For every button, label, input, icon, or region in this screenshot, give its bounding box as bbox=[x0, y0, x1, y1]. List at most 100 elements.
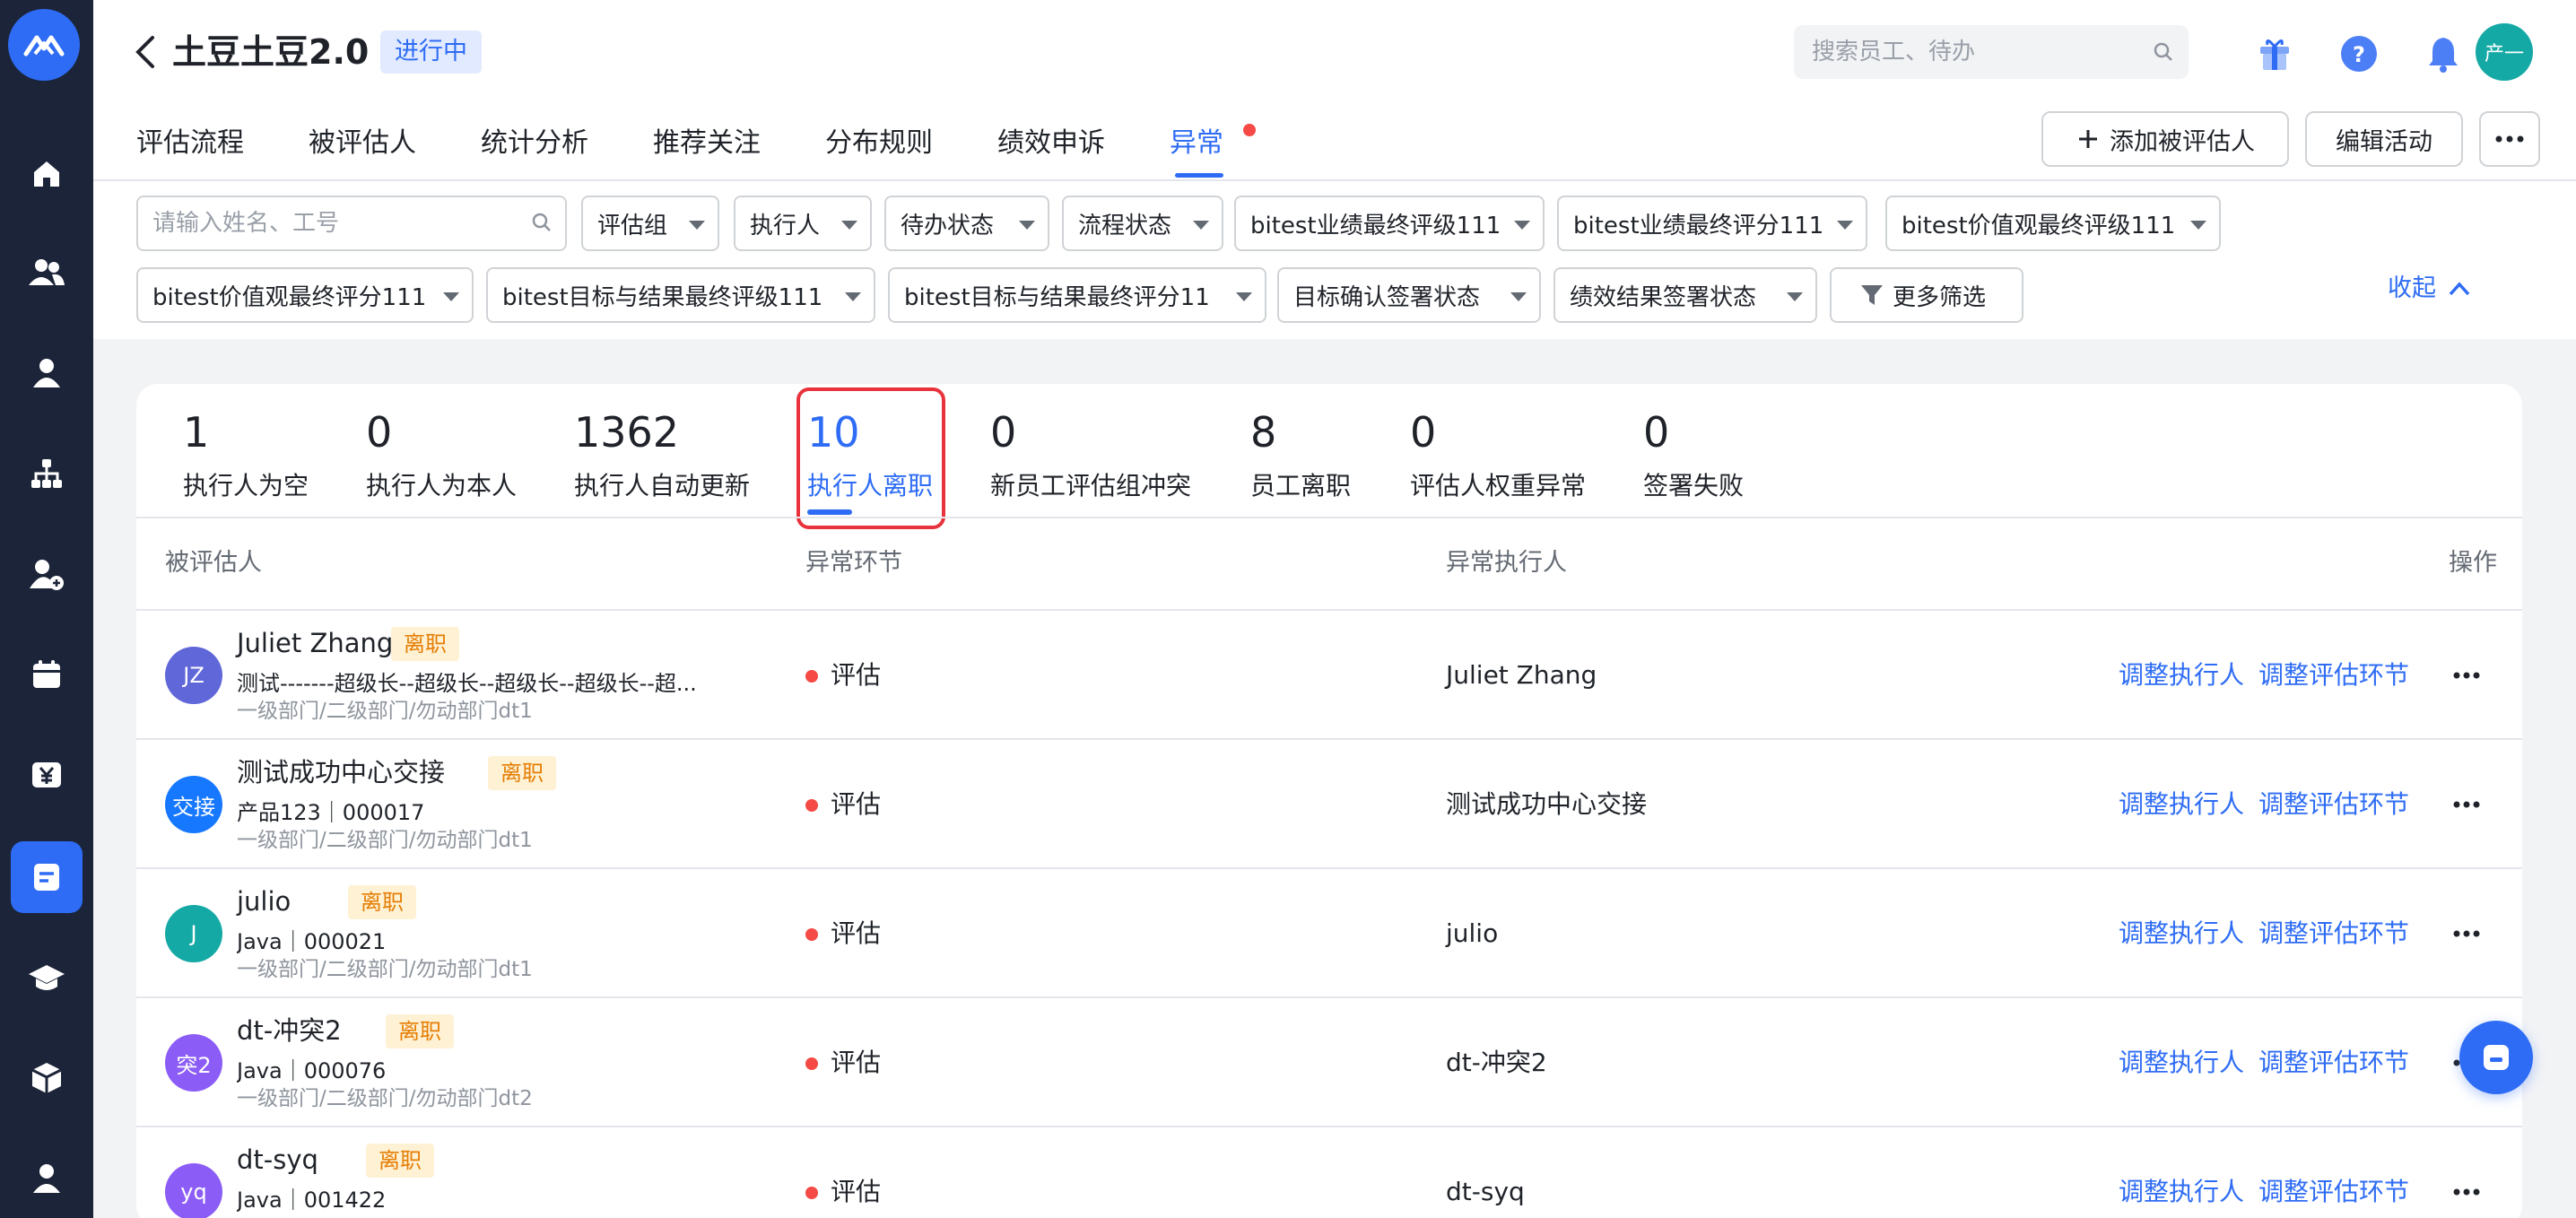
filter-result-sign-status[interactable]: 绩效结果签署状态 bbox=[1553, 267, 1817, 323]
stat-executor-auto-updated[interactable]: 1362 执行人自动更新 bbox=[574, 405, 750, 506]
selected-stat-indicator bbox=[807, 509, 852, 515]
adjust-executor-link[interactable]: 调整执行人 bbox=[2119, 787, 2244, 822]
filter-values-score[interactable]: bitest价值观最终评分111 bbox=[136, 267, 474, 323]
stat-executor-self[interactable]: 0 执行人为本人 bbox=[366, 405, 517, 506]
bell-icon[interactable] bbox=[2420, 30, 2467, 77]
adjust-stage-link[interactable]: 调整评估环节 bbox=[2258, 1174, 2409, 1210]
filter-executor[interactable]: 执行人 bbox=[734, 196, 872, 251]
tab-distribution-rules[interactable]: 分布规则 bbox=[825, 124, 933, 163]
home-icon[interactable] bbox=[11, 138, 83, 210]
filter-todo-status[interactable]: 待办状态 bbox=[884, 196, 1049, 251]
gift-icon[interactable] bbox=[2251, 30, 2298, 77]
filter-goal-score[interactable]: bitest目标与结果最终评分11 bbox=[888, 267, 1266, 323]
tab-appeals[interactable]: 绩效申诉 bbox=[997, 124, 1105, 163]
filter-label: bitest价值观最终评分111 bbox=[152, 283, 427, 311]
status-dot bbox=[805, 670, 818, 683]
row-more-icon[interactable] bbox=[2449, 916, 2485, 952]
more-menu-button[interactable] bbox=[2479, 111, 2540, 167]
filter-process-status[interactable]: 流程状态 bbox=[1062, 196, 1223, 251]
filter-label: bitest业绩最终评分111 bbox=[1573, 212, 1824, 239]
more-filters-button[interactable]: 更多筛选 bbox=[1830, 267, 2023, 323]
user-avatar[interactable]: 产一 bbox=[2476, 23, 2533, 81]
stat-executor-empty[interactable]: 1 执行人为空 bbox=[183, 405, 309, 506]
status-dot bbox=[805, 799, 818, 812]
resigned-badge: 离职 bbox=[348, 885, 416, 919]
tab-recommended[interactable]: 推荐关注 bbox=[653, 124, 761, 163]
selected-stat-highlight bbox=[796, 387, 945, 529]
add-evaluatee-button[interactable]: 添加被评估人 bbox=[2041, 111, 2289, 167]
edit-activity-button[interactable]: 编辑活动 bbox=[2305, 111, 2463, 167]
evaluatee-department: 一级部门/二级部门/勿动部门dt2 bbox=[237, 1087, 533, 1110]
more-filters-label: 更多筛选 bbox=[1893, 283, 1987, 311]
filter-label: 流程状态 bbox=[1078, 212, 1172, 239]
header: 土豆土豆2.0 进行中 ? 产一 评估流程 被评估人 统计分析 推荐关注 分布规… bbox=[93, 0, 2576, 179]
add-person-icon[interactable] bbox=[11, 538, 83, 610]
row-more-icon[interactable] bbox=[2449, 657, 2485, 693]
filter-icon bbox=[1861, 285, 1883, 305]
collapse-filters-link[interactable]: 收起 bbox=[2388, 269, 2470, 309]
search-icon[interactable] bbox=[531, 212, 553, 237]
tab-evaluatees[interactable]: 被评估人 bbox=[309, 124, 416, 163]
filter-evaluation-group[interactable]: 评估组 bbox=[581, 196, 719, 251]
filter-performance-score[interactable]: bitest业绩最终评分111 bbox=[1557, 196, 1867, 251]
adjust-executor-link[interactable]: 调整执行人 bbox=[2119, 916, 2244, 952]
search-icon[interactable] bbox=[2153, 41, 2174, 66]
currency-icon[interactable] bbox=[11, 739, 83, 811]
divider bbox=[136, 517, 2522, 518]
filter-label: bitest目标与结果最终评分11 bbox=[904, 283, 1210, 311]
graduation-cap-icon[interactable] bbox=[11, 942, 83, 1014]
exception-stage: 评估 bbox=[831, 789, 882, 819]
evaluatee-position: Java｜000021 bbox=[237, 929, 387, 954]
stat-count: 0 bbox=[1410, 408, 1437, 457]
tab-evaluation-process[interactable]: 评估流程 bbox=[136, 124, 244, 163]
exception-stage: 评估 bbox=[831, 1177, 882, 1206]
stat-count: 1362 bbox=[574, 408, 680, 457]
adjust-stage-link[interactable]: 调整评估环节 bbox=[2258, 787, 2409, 822]
collapse-label: 收起 bbox=[2388, 274, 2436, 302]
name-search-input[interactable] bbox=[138, 197, 515, 249]
back-arrow-icon[interactable] bbox=[129, 32, 161, 72]
plus-icon bbox=[2079, 130, 2097, 148]
performance-icon[interactable] bbox=[11, 841, 83, 913]
tab-exceptions[interactable]: 异常 bbox=[1170, 124, 1223, 163]
org-chart-icon[interactable] bbox=[11, 438, 83, 509]
filter-performance-grade[interactable]: bitest业绩最终评级111 bbox=[1234, 196, 1545, 251]
adjust-executor-link[interactable]: 调整执行人 bbox=[2119, 1174, 2244, 1210]
people-icon[interactable] bbox=[11, 237, 83, 309]
avatar: 交接 bbox=[165, 776, 222, 833]
column-header-executor: 异常执行人 bbox=[1446, 549, 1567, 577]
evaluatee-department: 一级部门/二级部门/勿动部门dt1 bbox=[237, 829, 533, 852]
adjust-executor-link[interactable]: 调整执行人 bbox=[2119, 1045, 2244, 1081]
stat-weight-abnormal[interactable]: 0 评估人权重异常 bbox=[1410, 405, 1586, 506]
adjust-executor-link[interactable]: 调整执行人 bbox=[2119, 657, 2244, 693]
person-icon[interactable] bbox=[11, 337, 83, 409]
adjust-stage-link[interactable]: 调整评估环节 bbox=[2258, 657, 2409, 693]
stat-label: 签署失败 bbox=[1643, 471, 1745, 500]
adjust-stage-link[interactable]: 调整评估环节 bbox=[2258, 1045, 2409, 1081]
filter-label: 绩效结果签署状态 bbox=[1570, 283, 1757, 311]
stat-sign-failed[interactable]: 0 签署失败 bbox=[1643, 405, 1744, 506]
gift-icon[interactable] bbox=[1828, 30, 1875, 77]
exception-executor: julio bbox=[1446, 918, 1499, 948]
filter-goal-grade[interactable]: bitest目标与结果最终评级111 bbox=[486, 267, 875, 323]
help-icon[interactable]: ? bbox=[2336, 30, 2382, 77]
adjust-stage-link[interactable]: 调整评估环节 bbox=[2258, 916, 2409, 952]
tab-statistics[interactable]: 统计分析 bbox=[481, 124, 588, 163]
add-evaluatee-label: 添加被评估人 bbox=[2110, 127, 2255, 156]
floating-chat-button[interactable] bbox=[2459, 1021, 2533, 1094]
filter-bar: 评估组 执行人 待办状态 流程状态 bitest业绩最终评级111 bitest… bbox=[93, 179, 2576, 339]
filter-values-grade[interactable]: bitest价值观最终评级111 bbox=[1885, 196, 2221, 251]
stat-count: 0 bbox=[990, 408, 1017, 457]
calendar-icon[interactable] bbox=[11, 639, 83, 710]
stat-employee-resigned[interactable]: 8 员工离职 bbox=[1250, 405, 1351, 506]
cube-icon[interactable] bbox=[11, 1042, 83, 1114]
column-header-stage: 异常环节 bbox=[805, 549, 902, 577]
user-profile-icon[interactable] bbox=[11, 1143, 83, 1214]
row-more-icon[interactable] bbox=[2449, 1174, 2485, 1210]
filter-goal-sign-status[interactable]: 目标确认签署状态 bbox=[1277, 267, 1541, 323]
app-logo-icon[interactable] bbox=[8, 9, 80, 81]
filter-label: 待办状态 bbox=[901, 212, 995, 239]
filter-label: bitest价值观最终评级111 bbox=[1902, 212, 2176, 239]
stat-new-employee-conflict[interactable]: 0 新员工评估组冲突 bbox=[990, 405, 1191, 506]
row-more-icon[interactable] bbox=[2449, 787, 2485, 822]
